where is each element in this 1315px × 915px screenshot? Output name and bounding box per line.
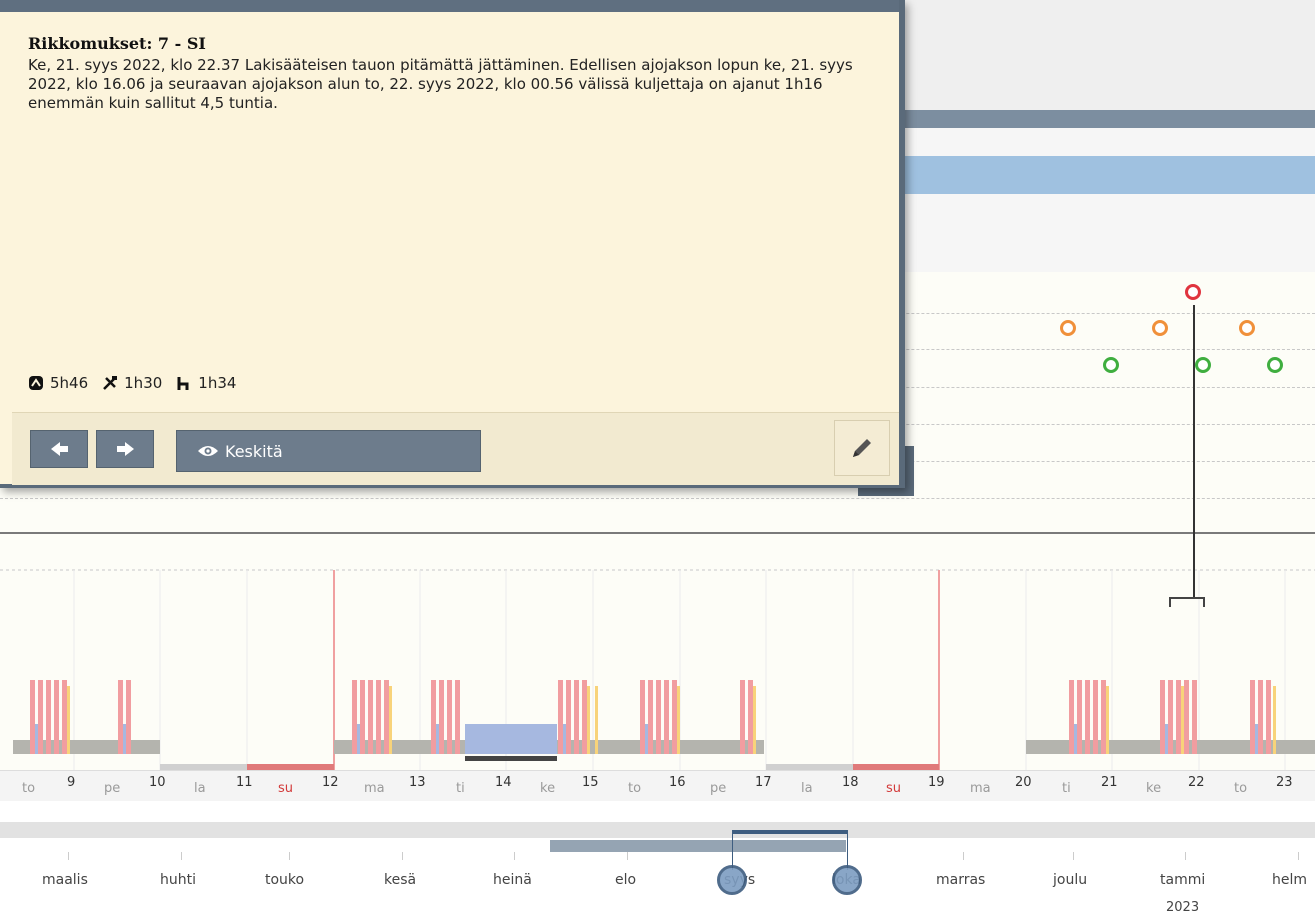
month-label[interactable]: heinä xyxy=(493,872,532,888)
month-label[interactable]: touko xyxy=(265,872,304,888)
month-tick xyxy=(289,852,290,860)
month-label[interactable]: elo xyxy=(615,872,636,888)
work-time-value: 1h30 xyxy=(124,374,163,392)
violation-marker-orange[interactable] xyxy=(1060,320,1076,336)
date-label: 19 xyxy=(928,775,945,790)
popup-description: Ke, 21. syys 2022, klo 22.37 Lakisääteis… xyxy=(28,56,853,112)
next-button[interactable] xyxy=(96,430,154,468)
weekday-label: la xyxy=(194,781,206,796)
violation-marker-orange[interactable] xyxy=(1152,320,1168,336)
violation-marker-red[interactable] xyxy=(1185,284,1201,300)
hammer-icon xyxy=(103,376,118,390)
steering-wheel-icon xyxy=(29,376,43,390)
selected-range-bracket xyxy=(732,830,848,870)
month-label[interactable]: huhti xyxy=(160,872,196,888)
date-label: 17 xyxy=(755,775,772,790)
previous-button[interactable] xyxy=(30,430,88,468)
rest-time-value: 1h34 xyxy=(198,374,237,392)
date-label: 11 xyxy=(236,775,253,790)
month-tick xyxy=(1298,852,1299,860)
popup-title: Rikkomukset: 7 - SI xyxy=(28,34,206,53)
range-end-handle[interactable] xyxy=(832,865,862,895)
date-label: 21 xyxy=(1101,775,1118,790)
date-label: 22 xyxy=(1188,775,1205,790)
bed-icon xyxy=(177,377,189,390)
month-label[interactable]: joulu xyxy=(1053,872,1087,888)
month-tick xyxy=(627,852,628,860)
weekday-label: ke xyxy=(540,781,556,796)
month-tick xyxy=(181,852,182,860)
violation-marker-green[interactable] xyxy=(1195,357,1211,373)
weekday-label: pe xyxy=(710,781,727,796)
arrow-left-icon xyxy=(51,442,68,456)
date-label: 9 xyxy=(67,775,76,790)
range-start-handle[interactable] xyxy=(717,865,747,895)
weekday-label: ke xyxy=(1146,781,1162,796)
violation-range-bracket xyxy=(1169,597,1205,607)
weekday-label: su xyxy=(886,781,902,796)
weekday-label: ti xyxy=(456,781,465,796)
month-tick xyxy=(963,852,964,860)
date-label: 18 xyxy=(842,775,859,790)
month-label[interactable]: kesä xyxy=(384,872,416,888)
weekday-label: ti xyxy=(1062,781,1071,796)
event-row-line xyxy=(0,498,1315,499)
weekday-label: pe xyxy=(104,781,121,796)
violation-marker-orange[interactable] xyxy=(1239,320,1255,336)
weekday-label: su xyxy=(278,781,294,796)
violation-marker-green[interactable] xyxy=(1103,357,1119,373)
date-label: 10 xyxy=(149,775,166,790)
month-tick xyxy=(514,852,515,860)
weekday-label: to xyxy=(22,781,36,796)
weekday-label: ma xyxy=(364,781,385,796)
date-label: 16 xyxy=(669,775,686,790)
center-button[interactable]: Keskitä xyxy=(176,430,481,472)
popup-stats: 5h46 1h30 1h34 xyxy=(28,374,236,392)
month-label[interactable]: marras xyxy=(936,872,985,888)
month-label[interactable]: maalis xyxy=(42,872,88,888)
violation-marker-green[interactable] xyxy=(1267,357,1283,373)
month-label[interactable]: helm xyxy=(1272,872,1307,888)
weekday-label: to xyxy=(1234,781,1248,796)
center-button-label: Keskitä xyxy=(225,441,283,461)
month-tick xyxy=(1185,852,1186,860)
month-label[interactable]: tammi xyxy=(1160,872,1205,888)
date-label: 20 xyxy=(1015,775,1032,790)
year-label: 2023 xyxy=(1166,900,1200,915)
eye-icon xyxy=(198,446,218,456)
date-label: 23 xyxy=(1276,775,1293,790)
violation-pointer-line xyxy=(1193,305,1195,598)
weekday-label: ma xyxy=(970,781,991,796)
popup-top-strip xyxy=(0,0,899,12)
drive-time-value: 5h46 xyxy=(50,374,89,392)
weekday-label: la xyxy=(801,781,813,796)
month-tick xyxy=(402,852,403,860)
arrow-right-icon xyxy=(117,442,134,456)
pencil-icon xyxy=(853,439,871,457)
date-label: 15 xyxy=(582,775,599,790)
weekday-label: to xyxy=(628,781,642,796)
month-tick xyxy=(1073,852,1074,860)
month-tick xyxy=(68,852,69,860)
edit-button[interactable] xyxy=(834,420,890,476)
date-label: 12 xyxy=(322,775,339,790)
activity-bars xyxy=(0,569,1315,770)
date-label: 13 xyxy=(409,775,426,790)
day-axis: to 9 pe 10 la 11 su 12 ma 13 ti 14 ke 15… xyxy=(0,770,1315,801)
month-scrollbar[interactable] xyxy=(0,822,1315,838)
date-label: 14 xyxy=(495,775,512,790)
